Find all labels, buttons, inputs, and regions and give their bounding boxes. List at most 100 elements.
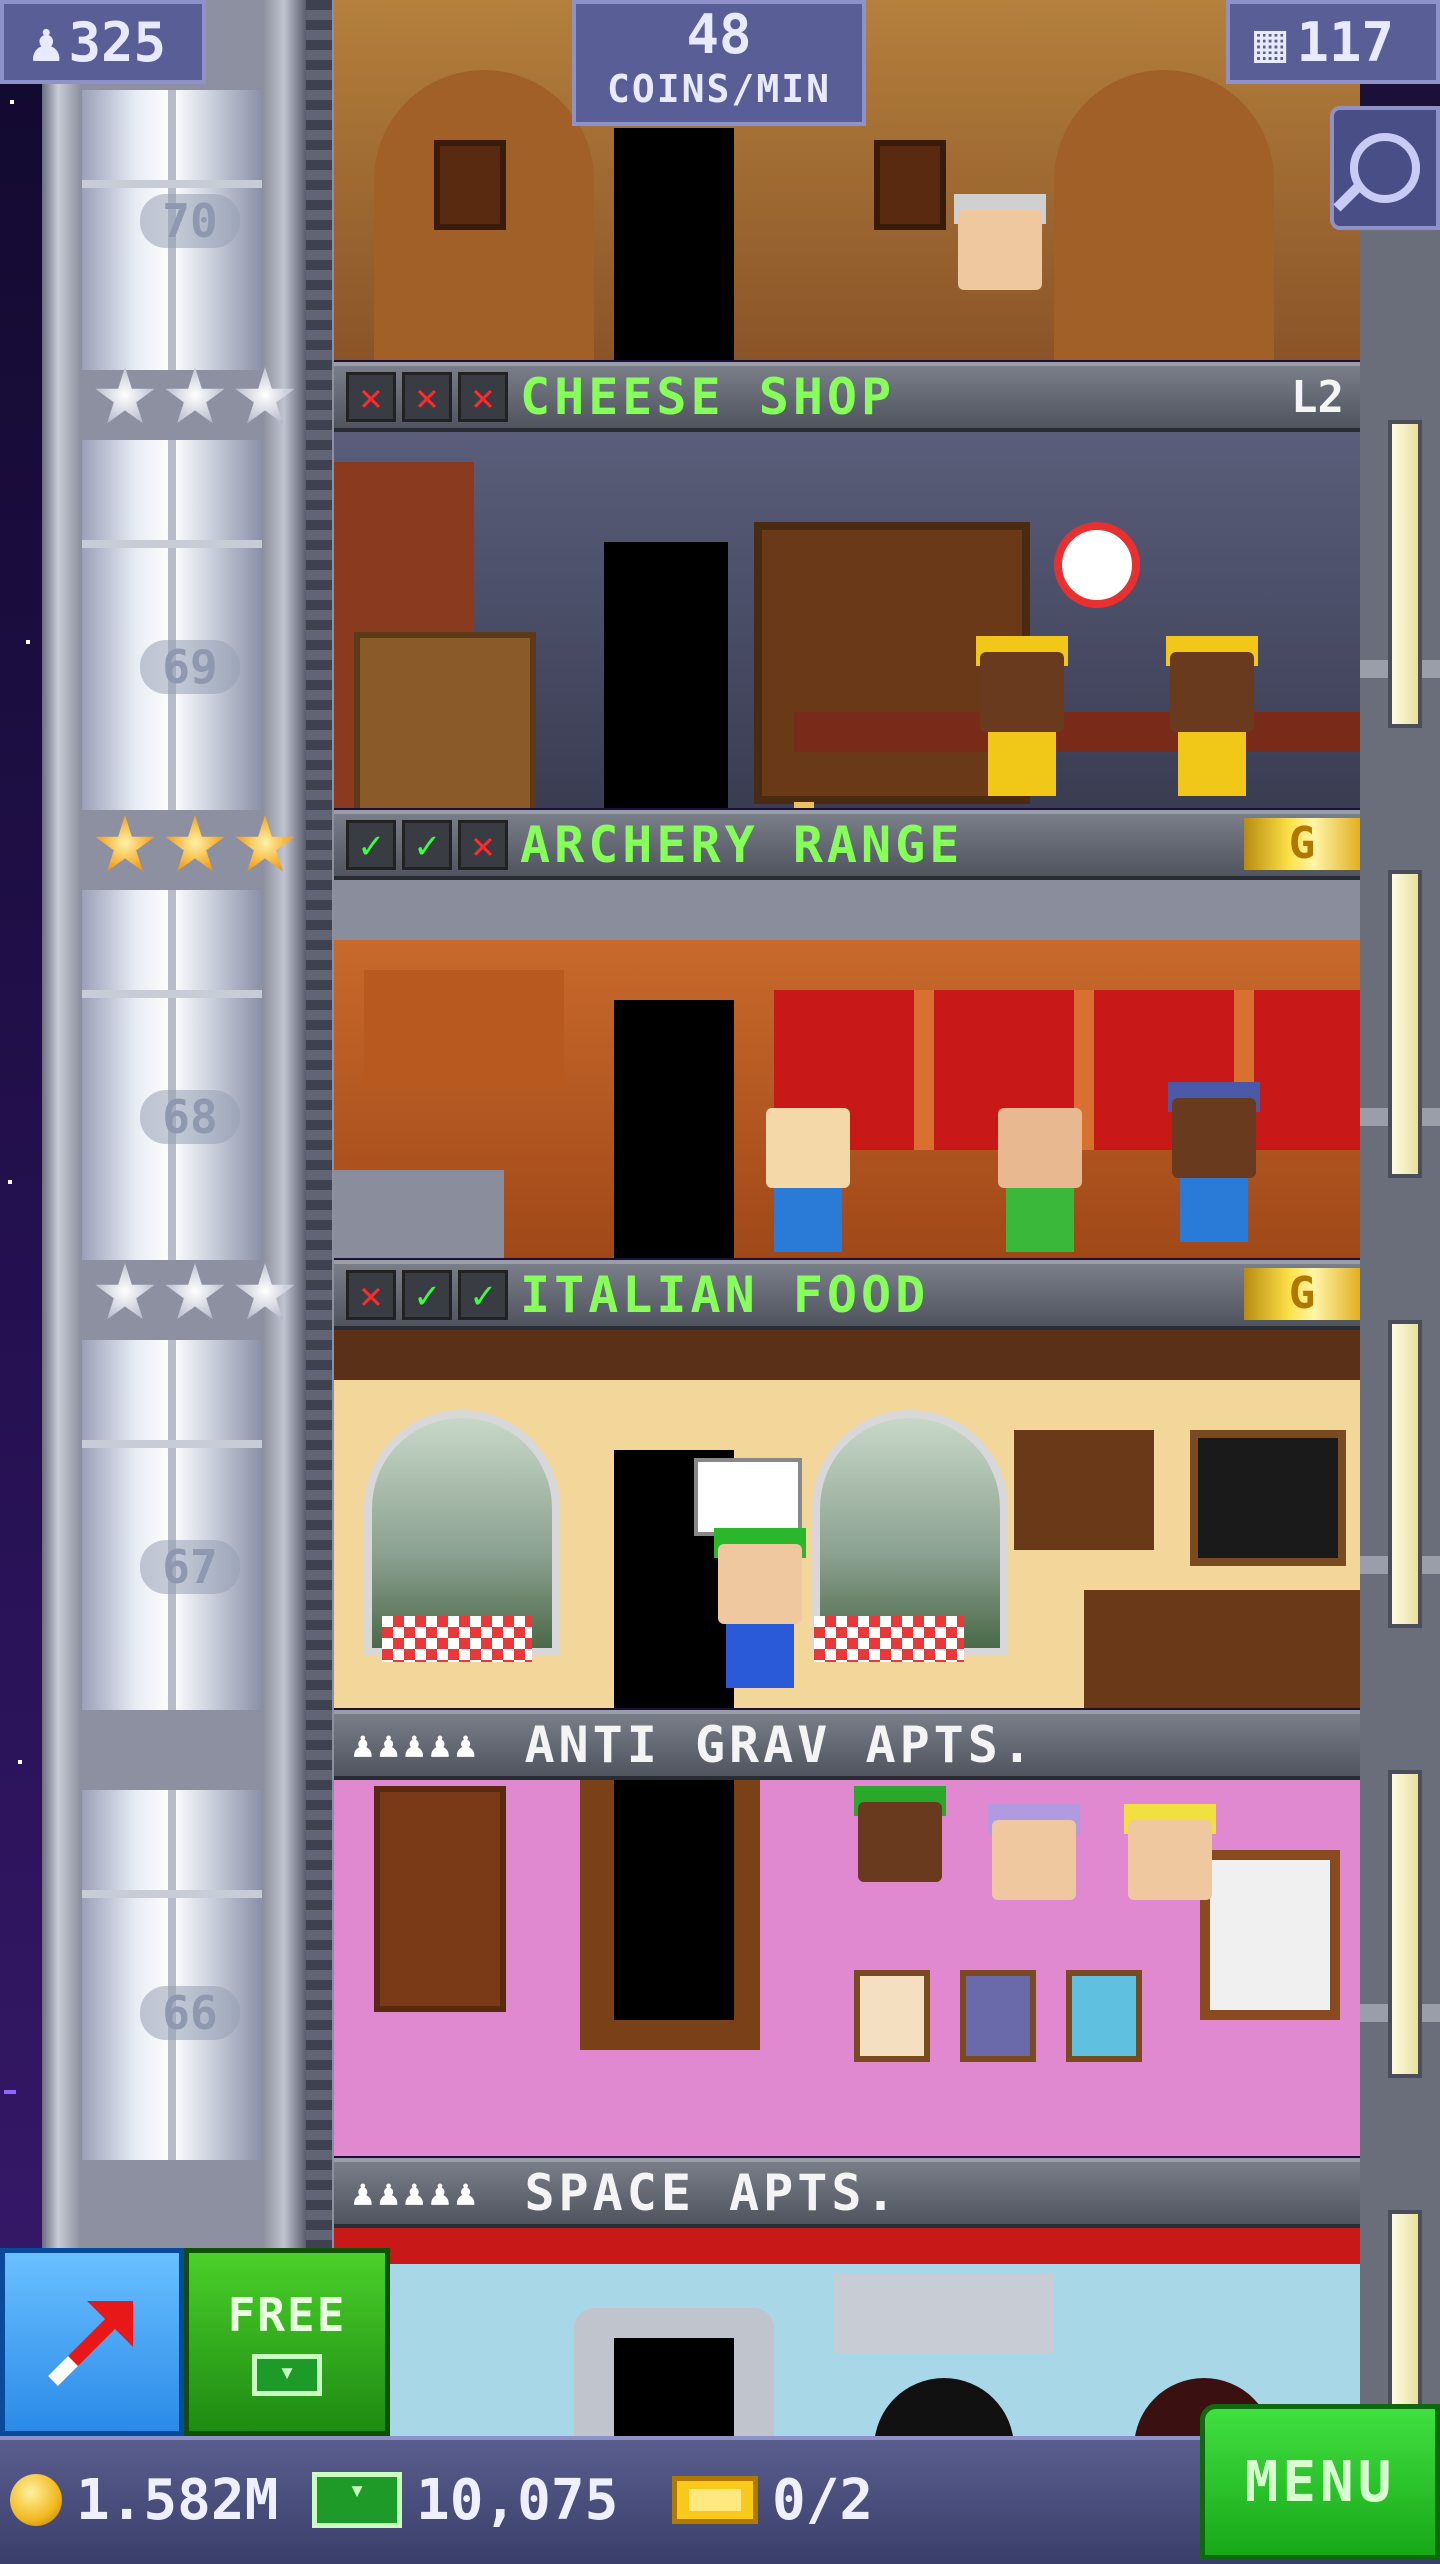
resident-icon: ♟ <box>377 1724 400 1766</box>
coin-icon <box>10 2474 62 2526</box>
resident-icon: ♟ <box>454 1724 477 1766</box>
floor-rating-stars <box>94 814 304 878</box>
pillar-light <box>1388 1770 1422 2078</box>
red-valance <box>334 2228 1360 2264</box>
coins-per-minute-label: COINS/MIN <box>607 67 831 111</box>
x-mark-icon: ✕ <box>346 1270 396 1320</box>
ceiling-lights <box>334 880 1360 940</box>
zoom-button[interactable] <box>1330 106 1440 230</box>
floor-name: SPACE APTS. <box>524 2164 900 2222</box>
room-anti-grav-apts[interactable] <box>334 1780 1360 2156</box>
vip-value: 0/2 <box>772 2467 874 2533</box>
coins-per-minute-panel: 48 COINS/MIN <box>572 0 866 126</box>
control-panel <box>834 2274 1054 2354</box>
x-mark-icon: ✕ <box>458 372 508 422</box>
window <box>1200 1850 1340 2020</box>
silver-star-icon <box>165 1263 225 1320</box>
restaurant-counter <box>1084 1590 1360 1708</box>
floor-name: CHEESE SHOP <box>520 368 896 426</box>
floor-label-bar[interactable]: ♟ ♟ ♟ ♟ ♟ ANTI GRAV APTS. <box>334 1710 1360 1780</box>
x-mark-icon: ✕ <box>402 372 452 422</box>
free-bux-button[interactable]: FREE <box>184 2248 390 2436</box>
floors-value: 117 <box>1296 10 1395 74</box>
coins-value: 1.582M <box>76 2467 279 2533</box>
tower-floors: ✕ ✕ ✕ CHEESE SHOP L2 ✓ ✓ ✕ ARCHERY RANGE… <box>334 0 1360 2460</box>
floor-number: 69 <box>140 640 240 694</box>
dining-table <box>382 1616 532 1662</box>
arrow-up-right-icon <box>48 2301 133 2386</box>
room-door <box>604 542 728 808</box>
gold-ticket-badge[interactable]: G <box>1244 818 1360 870</box>
pillar-light <box>1388 1320 1422 1628</box>
floor-label-bar[interactable]: ✕ ✓ ✓ ITALIAN FOOD G <box>334 1260 1360 1330</box>
elevator-floor-window <box>82 440 262 810</box>
elevator-floor-window <box>82 1790 262 2160</box>
reception-desk <box>334 1170 504 1258</box>
gold-star-icon <box>95 815 155 872</box>
room-cheese-shop[interactable] <box>334 432 1360 808</box>
room-italian-food[interactable] <box>334 1330 1360 1708</box>
floor-name: ANTI GRAV APTS. <box>524 1716 1036 1774</box>
elevator-floor-window <box>82 890 262 1260</box>
checkmark-icon: ✓ <box>458 1270 508 1320</box>
checkmark-icon: ✓ <box>346 820 396 870</box>
resident-icon: ♟ <box>377 2172 400 2214</box>
elevator-floor-window <box>82 1340 262 1710</box>
x-mark-icon: ✕ <box>346 372 396 422</box>
menu-chalkboard <box>1190 1430 1346 1566</box>
x-mark-icon: ✕ <box>458 820 508 870</box>
resident-icon: ♟ <box>352 1724 374 1766</box>
residents-icons: ♟ ♟ ♟ ♟ ♟ <box>352 2173 476 2214</box>
wall-portrait <box>960 1970 1036 2062</box>
pillar-light <box>1388 2210 1422 2418</box>
silver-star-icon <box>95 367 155 424</box>
coins-display[interactable]: 1.582M <box>10 2458 278 2542</box>
floor-label-bar[interactable]: ♟ ♟ ♟ ♟ ♟ SPACE APTS. <box>334 2158 1360 2228</box>
bow-rack <box>364 970 564 1090</box>
resident-icon: ♟ <box>403 1724 426 1766</box>
floor-label-bar[interactable]: ✕ ✕ ✕ CHEESE SHOP L2 <box>334 362 1360 432</box>
room-door <box>614 1000 734 1258</box>
menu-button[interactable]: MENU <box>1200 2404 1440 2560</box>
bux-display[interactable]: 10,075 <box>312 2458 618 2542</box>
floor-number: 70 <box>140 194 240 248</box>
elevator-raise-button[interactable] <box>0 2248 184 2436</box>
gold-star-icon <box>235 815 295 872</box>
floors-counter[interactable]: ▦ 117 <box>1226 0 1440 84</box>
coins-per-minute-value: 48 <box>686 3 752 66</box>
floor-rating-stars <box>94 366 304 430</box>
resident-icon: ♟ <box>352 2172 374 2214</box>
vip-display[interactable]: 0/2 <box>672 2458 873 2542</box>
room-door <box>614 1780 734 2020</box>
bux-icon <box>312 2472 402 2528</box>
grape-vine-decor <box>334 1330 1360 1380</box>
shop-counter <box>794 712 1360 752</box>
population-counter[interactable]: ♟ 325 <box>0 0 206 84</box>
resident-icon: ♟ <box>454 2172 477 2214</box>
gold-ticket-badge[interactable]: G <box>1244 1268 1360 1320</box>
silver-star-icon <box>235 1263 295 1320</box>
building-icon: ▦ <box>1254 10 1287 74</box>
cheese-crate <box>354 632 536 808</box>
bookshelf <box>374 1786 506 2012</box>
wine-rack <box>1014 1430 1154 1550</box>
room-archery-range[interactable] <box>334 880 1360 1258</box>
arch-decor <box>1054 70 1274 360</box>
thought-bubble <box>694 1458 802 1536</box>
magnifier-icon <box>1350 133 1420 203</box>
floor-number: 67 <box>140 1540 240 1594</box>
floor-label-bar[interactable]: ✓ ✓ ✕ ARCHERY RANGE G <box>334 810 1360 880</box>
population-value: 325 <box>68 10 167 74</box>
resident-icon: ♟ <box>403 2172 426 2214</box>
floor-name: ITALIAN FOOD <box>520 1266 930 1324</box>
floor-number: 68 <box>140 1090 240 1144</box>
pillar-light <box>1388 870 1422 1178</box>
silver-star-icon <box>235 367 295 424</box>
elevator-track <box>306 0 332 2250</box>
bux-value: 10,075 <box>416 2467 619 2533</box>
stock-status: ✓ ✓ ✕ <box>346 820 508 870</box>
silver-star-icon <box>95 1263 155 1320</box>
stock-status: ✕ ✕ ✕ <box>346 372 508 422</box>
wall-portrait <box>1066 1970 1142 2062</box>
pillar-light <box>1388 420 1422 728</box>
